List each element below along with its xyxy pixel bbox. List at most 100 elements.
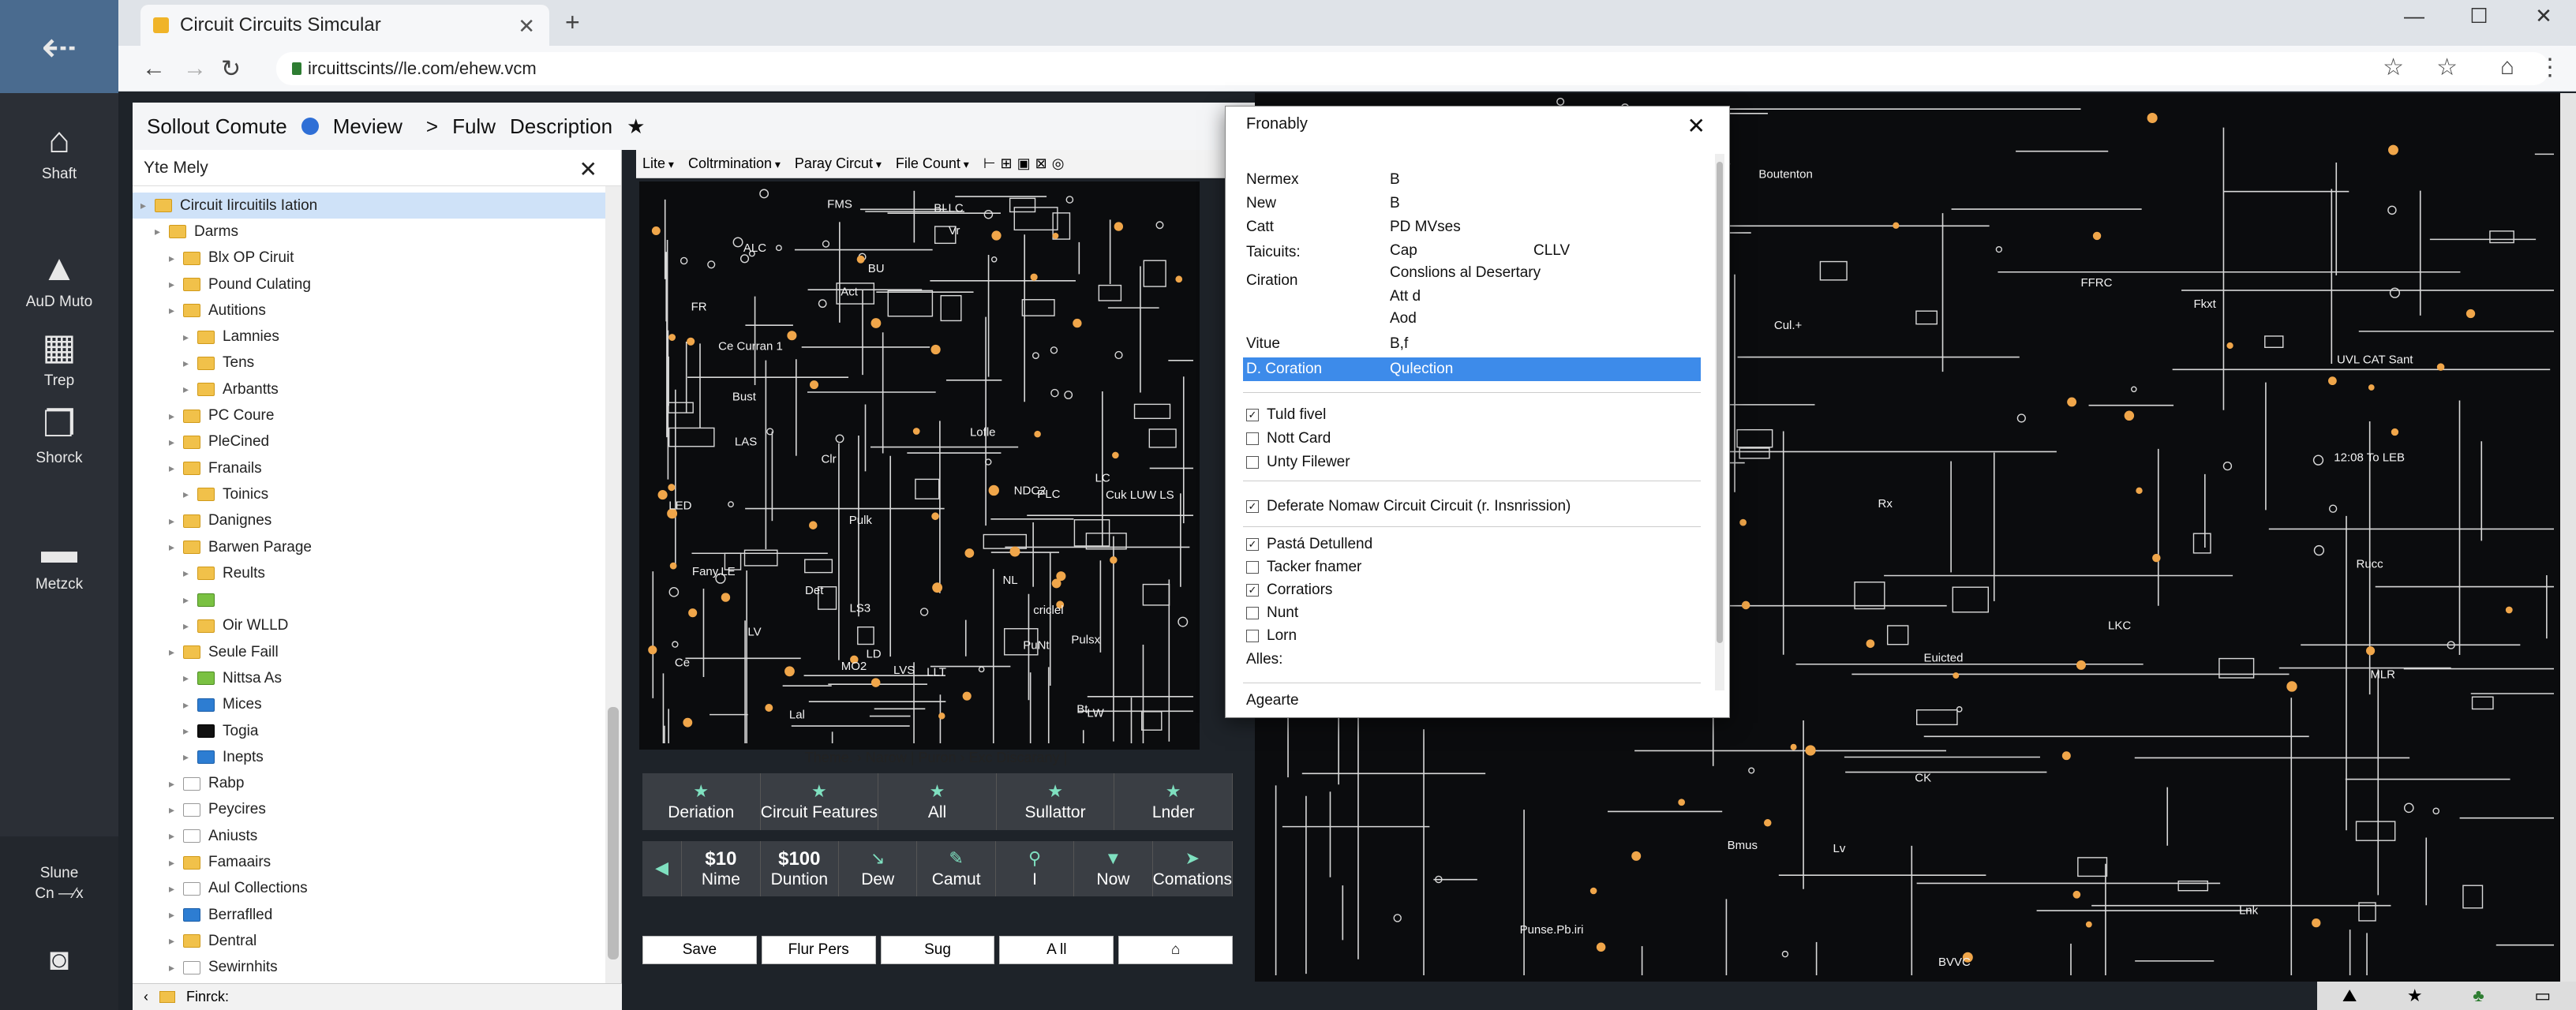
- checkbox-item[interactable]: Lorn: [1246, 627, 1297, 645]
- field-value[interactable]: B,f: [1390, 335, 1408, 353]
- toolbar-coltrmination[interactable]: Coltrmination: [688, 155, 781, 172]
- expand-icon[interactable]: ▸: [169, 961, 183, 974]
- component-box[interactable]: [2462, 885, 2484, 909]
- expand-icon[interactable]: ▸: [169, 252, 183, 265]
- tree-item[interactable]: ▸ Arbantts: [133, 376, 606, 402]
- action-button[interactable]: Sug: [880, 936, 995, 964]
- tree-search[interactable]: Yte Mely ✕: [133, 150, 621, 186]
- reload-icon[interactable]: ↻: [221, 55, 241, 83]
- component-box[interactable]: [1143, 260, 1166, 287]
- tree-item[interactable]: ▸ Pound Culating: [133, 271, 606, 297]
- tree-item[interactable]: ▸ Rabp: [133, 771, 606, 797]
- expand-icon[interactable]: ▸: [169, 436, 183, 449]
- component-box[interactable]: [1739, 447, 1770, 459]
- checkbox-item[interactable]: Nunt: [1246, 604, 1298, 622]
- expand-icon[interactable]: ▸: [183, 593, 197, 607]
- home-icon[interactable]: ⌂: [2500, 54, 2514, 80]
- minimize-icon[interactable]: —: [2382, 0, 2447, 32]
- component-box[interactable]: [804, 559, 833, 574]
- expand-icon[interactable]: ▸: [169, 278, 183, 291]
- command-button[interactable]: ★ Sullattor: [997, 773, 1115, 830]
- checkbox-deferate[interactable]: ✓ Deferate Nomaw Circuit Circuit (r. Ins…: [1246, 498, 1571, 515]
- close-tab-icon[interactable]: ✕: [518, 14, 535, 39]
- component-box[interactable]: [887, 290, 934, 317]
- expand-icon[interactable]: ▸: [183, 750, 197, 764]
- component-box[interactable]: [2077, 857, 2108, 877]
- chevron-left-icon[interactable]: ‹: [144, 989, 148, 1005]
- page-scrollbar[interactable]: [2560, 93, 2576, 982]
- toolbar-file-count[interactable]: File Count: [896, 155, 969, 172]
- schematic-left[interactable]: Ce Curran 1 LD Bt Clr ALC Pulk BU LLT LED NDC2 Cuk…: [639, 181, 1200, 750]
- checkbox-item[interactable]: ✓ Pastá Detullend: [1246, 536, 1372, 553]
- expand-icon[interactable]: ▸: [169, 541, 183, 554]
- command-button[interactable]: ▼ Now: [1074, 841, 1153, 896]
- checkbox-item[interactable]: ✓ Corratiors: [1246, 582, 1332, 599]
- favorites-icon[interactable]: ☆: [2436, 54, 2458, 81]
- expand-icon[interactable]: ▸: [169, 304, 183, 317]
- expand-icon[interactable]: ▸: [169, 645, 183, 659]
- tree-icon[interactable]: ♣: [2473, 986, 2484, 1006]
- browser-tab[interactable]: Circuit Circuits Simcular ✕: [140, 5, 549, 46]
- expand-icon[interactable]: ▸: [183, 619, 197, 633]
- command-button[interactable]: ★ Lnder: [1114, 773, 1233, 830]
- url-input[interactable]: ircuittscints//le.com/ehew.vcm: [276, 52, 2549, 85]
- component-box[interactable]: [2264, 335, 2284, 348]
- command-button[interactable]: $100 Duntion: [761, 841, 840, 896]
- tree-item[interactable]: ▸ Lamnies: [133, 324, 606, 350]
- dialog-footer-button[interactable]: Agearte: [1246, 692, 1299, 709]
- component-box[interactable]: [1009, 197, 1036, 213]
- tree-item[interactable]: ▸ Nittsa As: [133, 665, 606, 691]
- command-button[interactable]: ★ Circuit Features: [761, 773, 879, 830]
- expand-icon[interactable]: ▸: [169, 803, 183, 817]
- forward-arrow-icon[interactable]: →: [183, 55, 207, 82]
- tree-item[interactable]: ▸ Barwen Parage: [133, 534, 606, 560]
- expand-icon[interactable]: ▸: [183, 671, 197, 685]
- expand-icon[interactable]: ▸: [183, 331, 197, 344]
- component-box[interactable]: [857, 626, 874, 645]
- field-value-tertiary[interactable]: Aod: [1390, 310, 1417, 327]
- view-link[interactable]: Meview: [333, 114, 402, 139]
- tree-item[interactable]: ▸ Seule Faill: [133, 639, 606, 665]
- maximize-icon[interactable]: ☐: [2447, 0, 2511, 32]
- expand-icon[interactable]: ▸: [169, 882, 183, 896]
- description-link[interactable]: Description: [510, 114, 612, 139]
- rail-item-shaft[interactable]: ⌂ Shaft: [0, 118, 118, 183]
- tree-item[interactable]: ▸ Togia: [133, 718, 606, 744]
- component-box[interactable]: [2471, 696, 2494, 710]
- expand-icon[interactable]: ▸: [169, 829, 183, 843]
- close-icon[interactable]: ✕: [1687, 113, 1705, 139]
- tree-item[interactable]: ▸ Aniusts: [133, 823, 606, 849]
- expand-icon[interactable]: ▸: [169, 934, 183, 948]
- tree-item[interactable]: ▸ PleCined: [133, 429, 606, 455]
- action-button[interactable]: Save: [642, 936, 757, 964]
- field-value[interactable]: B: [1390, 195, 1400, 212]
- expand-icon[interactable]: ▸: [169, 908, 183, 922]
- chat-icon[interactable]: ▭: [2534, 986, 2551, 1006]
- command-button[interactable]: ★ Deriation: [642, 773, 761, 830]
- rail-item-metzck[interactable]: ▬ Metzck: [0, 529, 118, 593]
- tree-item[interactable]: ▸ Tens: [133, 350, 606, 376]
- component-box[interactable]: [1133, 403, 1171, 420]
- action-button[interactable]: A ll: [999, 936, 1114, 964]
- tree-item[interactable]: ▸ Peycires: [133, 797, 606, 823]
- component-box[interactable]: [2177, 880, 2209, 892]
- expand-icon[interactable]: ▸: [183, 698, 197, 712]
- tree-item[interactable]: ▸ Autitions: [133, 297, 606, 324]
- field-value-secondary[interactable]: Att d: [1390, 288, 1421, 305]
- tree-item[interactable]: ▸ Inepts: [133, 744, 606, 770]
- rail-item-auto[interactable]: ▲ AuD Muto: [0, 246, 118, 311]
- dialog-scrollbar[interactable]: [1715, 154, 1724, 690]
- tree-item[interactable]: ▸ Reults: [133, 560, 606, 586]
- component-box[interactable]: [1886, 625, 1909, 645]
- component-box[interactable]: [668, 402, 694, 413]
- mountain-icon[interactable]: ⛰: [2342, 986, 2357, 1006]
- component-box[interactable]: [983, 533, 1027, 549]
- tree-item[interactable]: ▸ Blx OP Ciruit: [133, 245, 606, 271]
- toolbar-paray-circut[interactable]: Paray Circut: [795, 155, 882, 172]
- command-button[interactable]: $10 Nime: [682, 841, 761, 896]
- component-box[interactable]: [1013, 207, 1058, 231]
- component-box[interactable]: [1854, 582, 1885, 610]
- action-button[interactable]: Flur Pers: [761, 936, 876, 964]
- checkbox-item[interactable]: Nott Card: [1246, 430, 1331, 447]
- fulw-link[interactable]: Fulw: [452, 114, 496, 139]
